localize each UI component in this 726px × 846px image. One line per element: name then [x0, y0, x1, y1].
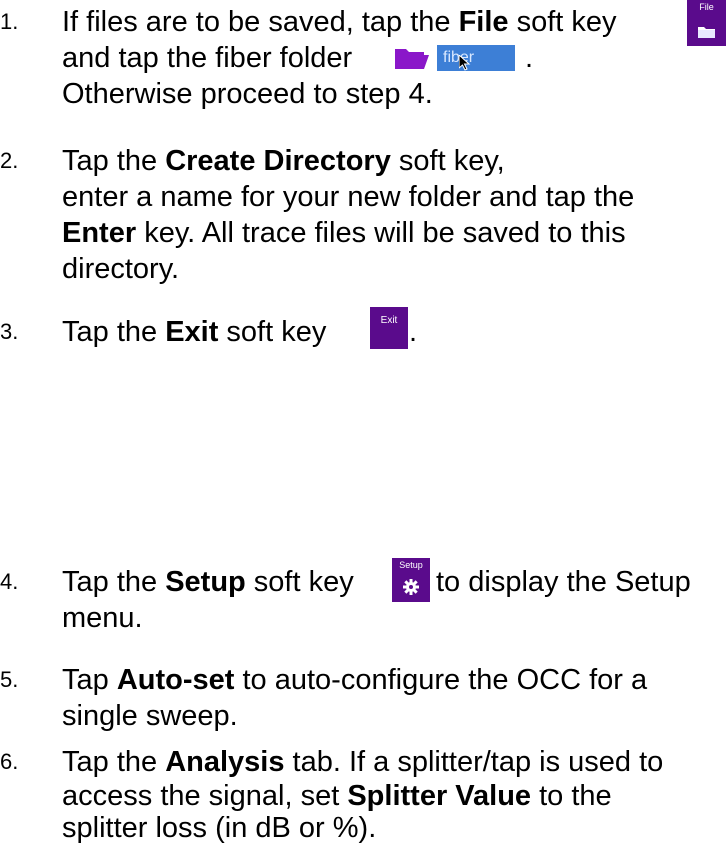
step-number: 5.: [0, 667, 19, 692]
exit-soft-key[interactable]: Exit: [370, 307, 408, 349]
ui-term: Setup: [165, 566, 246, 598]
ui-term: Create Directory: [165, 145, 391, 177]
step-number: 1.: [0, 9, 19, 34]
fiber-folder[interactable]: fiber: [393, 45, 515, 71]
step-line-trailing: .: [525, 42, 534, 74]
step-line: Otherwise proceed to step 4.: [62, 78, 433, 110]
step-line: If files are to be saved, tap the File s…: [62, 6, 617, 38]
step-line: Tap the Analysis tab. If a splitter/tap …: [62, 746, 664, 778]
exit-soft-key-label: Exit: [380, 315, 398, 326]
ui-term: Splitter Value: [347, 780, 532, 812]
step-line: directory.: [62, 253, 180, 285]
gear-icon: [403, 579, 419, 595]
step-line: and tap the fiber folder: [62, 42, 353, 74]
step-number: 3.: [0, 319, 19, 344]
file-soft-key-label: File: [699, 2, 714, 12]
step-line: enter a name for your new folder and tap…: [62, 181, 635, 213]
ui-term: File: [458, 6, 509, 38]
step-line: Enter key. All trace files will be saved…: [62, 217, 626, 249]
step-line: menu.: [62, 602, 143, 634]
step-line: Tap the Exit soft key: [62, 316, 327, 348]
step-line-continued: to display the Setup: [436, 566, 691, 598]
setup-soft-key[interactable]: Setup: [392, 558, 430, 602]
step-number: 2.: [0, 148, 19, 173]
file-soft-key[interactable]: File: [687, 0, 726, 46]
fiber-folder-chip[interactable]: fiber: [437, 45, 515, 71]
folder-icon: [697, 27, 715, 38]
step-line: access the signal, set Splitter Value to…: [62, 780, 612, 812]
step-line: Tap Auto-set to auto-configure the OCC f…: [62, 664, 648, 696]
step-number: 4.: [0, 569, 19, 594]
step-line: Tap the Create Directory soft key,: [62, 145, 505, 177]
step-number: 6.: [0, 749, 19, 774]
step-line-trailing: .: [409, 316, 418, 348]
step-line: Tap the Setup soft key: [62, 566, 354, 598]
step-line: splitter loss (in dB or %).: [62, 812, 377, 844]
mouse-pointer-icon: [459, 55, 471, 71]
step-line: single sweep.: [62, 700, 238, 732]
setup-soft-key-label: Setup: [399, 560, 423, 570]
folder-icon: [395, 49, 429, 69]
ui-term: Enter: [62, 217, 137, 249]
ui-term: Analysis: [165, 746, 285, 778]
ui-term: Exit: [165, 316, 219, 348]
ui-term: Auto-set: [116, 664, 235, 696]
